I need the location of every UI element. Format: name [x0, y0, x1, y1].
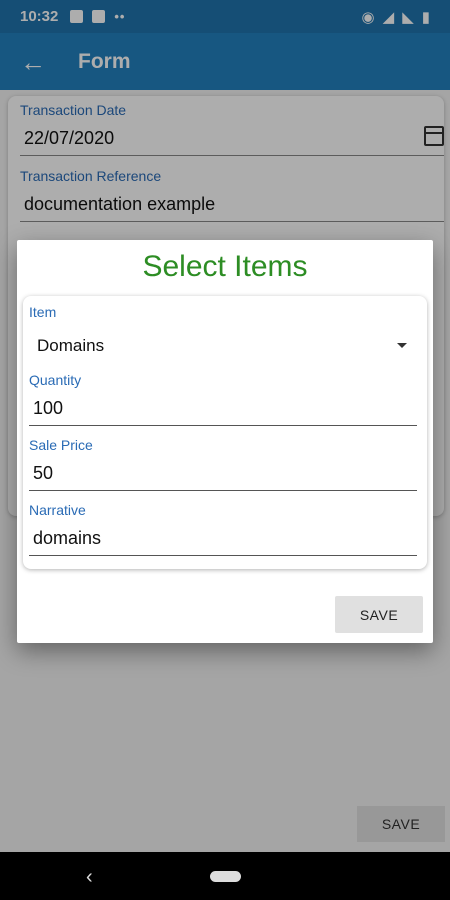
sale-price-label: Sale Price [29, 437, 93, 453]
nav-back-icon[interactable]: ‹ [86, 866, 93, 889]
sale-price-field[interactable]: Sale Price 50 [29, 437, 417, 491]
quantity-field[interactable]: Quantity 100 [29, 372, 417, 426]
narrative-label: Narrative [29, 502, 86, 518]
item-form-card: Item Domains Quantity 100 Sale Price 50 … [23, 296, 427, 569]
sale-price-input[interactable]: 50 [29, 463, 417, 491]
quantity-label: Quantity [29, 372, 82, 388]
narrative-field[interactable]: Narrative domains [29, 502, 417, 556]
item-selected-value: Domains [37, 336, 105, 355]
item-field: Item [29, 304, 417, 320]
item-label: Item [29, 304, 57, 320]
quantity-input[interactable]: 100 [29, 398, 417, 426]
item-select[interactable]: Domains [37, 336, 407, 356]
dropdown-caret-icon[interactable] [397, 343, 407, 348]
dialog-save-button[interactable]: SAVE [335, 596, 423, 633]
dialog-title: Select Items [142, 250, 308, 283]
select-items-dialog: Select Items Item Domains Quantity 100 S… [17, 240, 433, 643]
narrative-input[interactable]: domains [29, 528, 417, 556]
nav-home-pill-icon[interactable] [210, 871, 241, 882]
system-nav-bar: ‹ [0, 852, 450, 900]
